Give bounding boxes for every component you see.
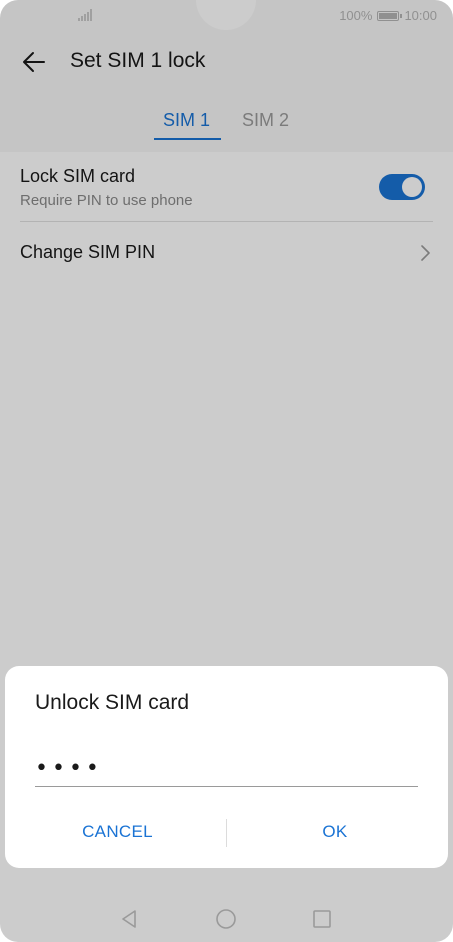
phone-frame: 100% 10:00 Set SIM 1 lock SIM 1 SIM 2 Lo… — [0, 0, 453, 942]
triangle-back-icon[interactable] — [118, 908, 140, 930]
circle-home-icon[interactable] — [215, 908, 237, 930]
cancel-button[interactable]: CANCEL — [35, 814, 200, 850]
unlock-sim-dialog: Unlock SIM card CANCEL OK — [5, 666, 448, 868]
dialog-title: Unlock SIM card — [35, 691, 190, 714]
pin-input[interactable] — [35, 750, 418, 787]
dialog-buttons: CANCEL OK — [5, 814, 448, 854]
ok-button[interactable]: OK — [251, 814, 419, 850]
screen: 100% 10:00 Set SIM 1 lock SIM 1 SIM 2 Lo… — [0, 0, 453, 942]
navigation-bar — [0, 896, 453, 942]
square-recent-icon[interactable] — [311, 908, 333, 930]
button-divider — [226, 819, 227, 847]
